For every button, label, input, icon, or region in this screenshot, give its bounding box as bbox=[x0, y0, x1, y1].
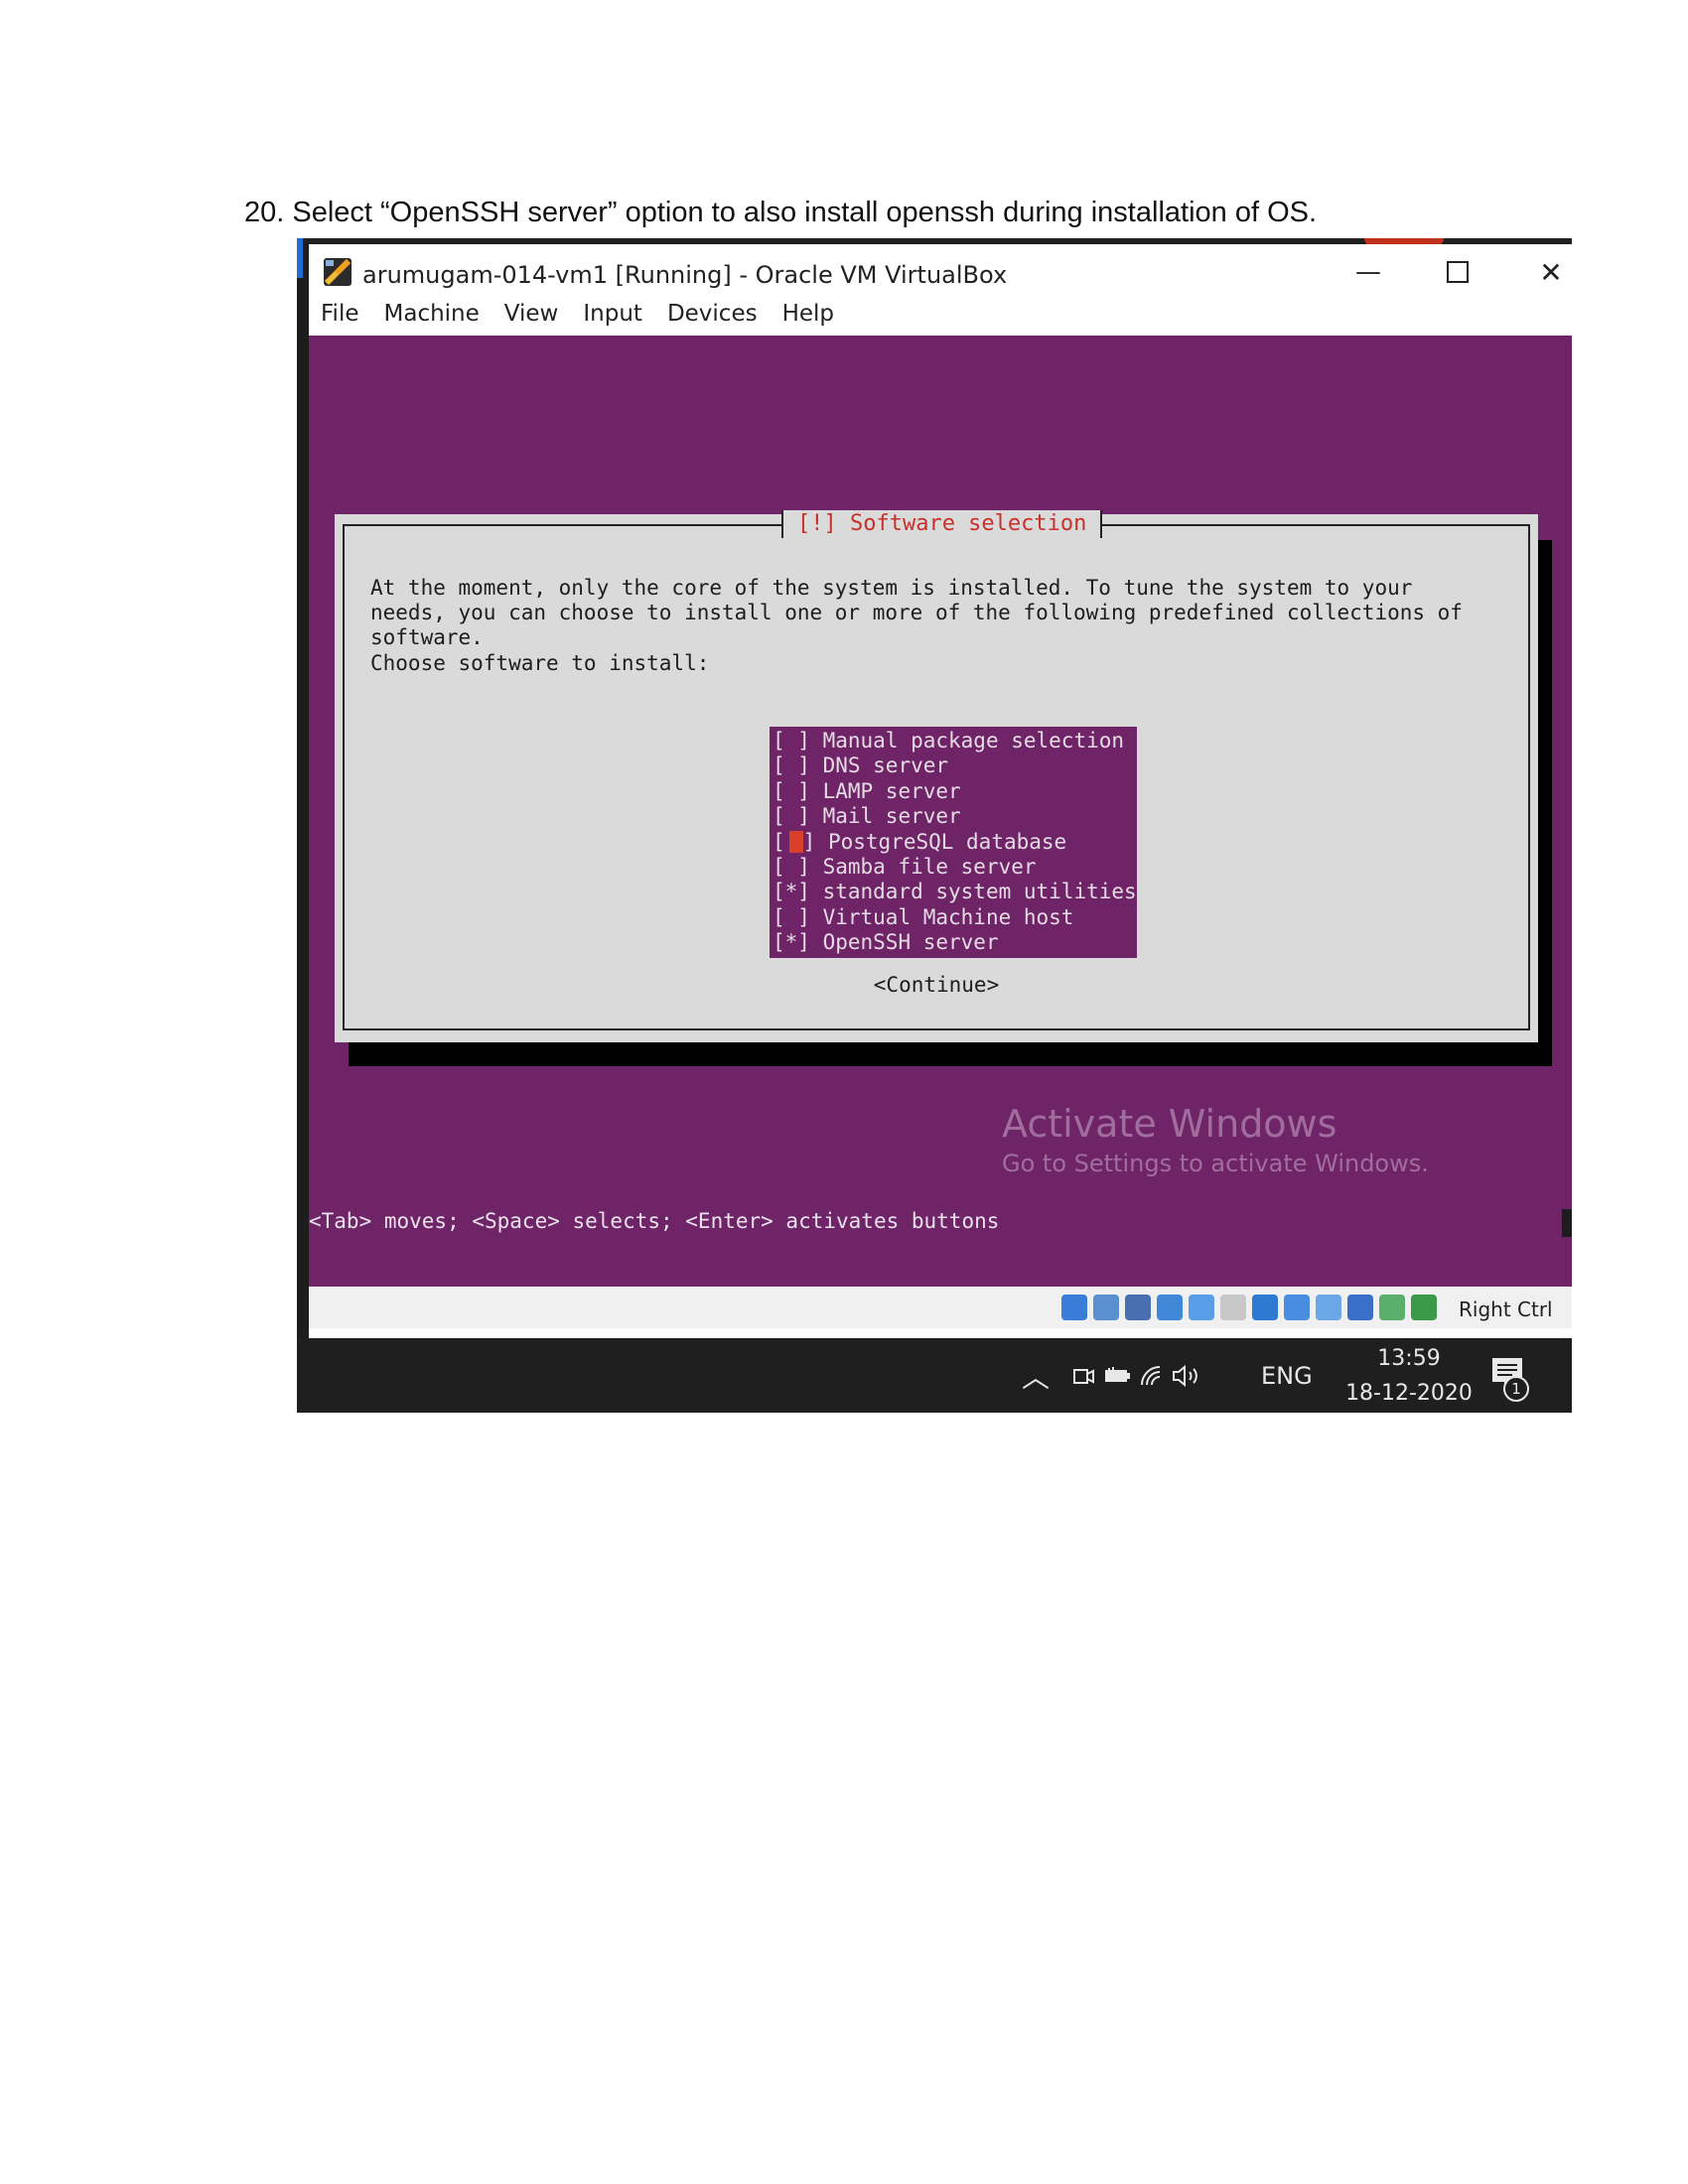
option-checkbox[interactable]: [ ] bbox=[773, 729, 810, 752]
audio-icon[interactable] bbox=[1125, 1295, 1151, 1320]
volume-icon[interactable] bbox=[1171, 1338, 1204, 1413]
option-checkbox[interactable]: [*] bbox=[773, 880, 810, 903]
option-label: LAMP server bbox=[822, 778, 961, 803]
option-openssh-server[interactable]: [*] OpenSSH server bbox=[770, 930, 1137, 955]
minimize-button[interactable]: — bbox=[1343, 254, 1393, 290]
option-label: DNS server bbox=[822, 753, 949, 778]
keyboard-icon[interactable] bbox=[1411, 1295, 1437, 1320]
hint-bar-edge bbox=[1562, 1209, 1572, 1237]
option-label: standard system utilities bbox=[822, 880, 1137, 904]
cpu-icon[interactable] bbox=[1347, 1295, 1373, 1320]
option-checkbox[interactable]: [ ] bbox=[773, 855, 810, 879]
option-checkbox-focused[interactable]: [] bbox=[773, 830, 815, 854]
software-options-list: [ ] Manual package selection [ ] DNS ser… bbox=[770, 727, 1137, 958]
option-label: Virtual Machine host bbox=[822, 904, 1074, 929]
menu-machine[interactable]: Machine bbox=[384, 301, 480, 327]
battery-icon[interactable] bbox=[1103, 1338, 1131, 1413]
text-cursor bbox=[788, 830, 803, 853]
notification-count-badge: 1 bbox=[1503, 1376, 1529, 1402]
option-standard-system-utilities[interactable]: [*] standard system utilities bbox=[770, 880, 1137, 904]
activate-windows-subtitle: Go to Settings to activate Windows. bbox=[1002, 1150, 1429, 1177]
hard-disk-icon[interactable] bbox=[1061, 1295, 1087, 1320]
instruction-text: 20. Select “OpenSSH server” option to al… bbox=[244, 197, 1318, 228]
show-hidden-icons-icon[interactable]: ︿ bbox=[1022, 1338, 1050, 1413]
menu-view[interactable]: View bbox=[504, 301, 559, 327]
menu-input[interactable]: Input bbox=[583, 301, 642, 327]
menu-help[interactable]: Help bbox=[782, 301, 834, 327]
continue-button[interactable]: <Continue> bbox=[345, 973, 1528, 998]
meet-now-icon[interactable] bbox=[1071, 1338, 1097, 1413]
dialog-prompt: Choose software to install: bbox=[370, 651, 710, 675]
dialog-frame: [!] Software selection At the moment, on… bbox=[343, 510, 1530, 1030]
option-label: Manual package selection bbox=[822, 729, 1125, 752]
option-dns-server[interactable]: [ ] DNS server bbox=[770, 753, 1137, 778]
dialog-title: [!] Software selection bbox=[781, 510, 1103, 538]
guest-additions-icon[interactable] bbox=[1316, 1295, 1341, 1320]
display-icon[interactable] bbox=[1252, 1295, 1278, 1320]
background-window-edge bbox=[297, 238, 303, 278]
option-checkbox[interactable]: [*] bbox=[773, 930, 810, 954]
vm-status-bar: Right Ctrl bbox=[309, 1287, 1572, 1328]
mouse-integration-icon[interactable] bbox=[1379, 1295, 1405, 1320]
video-capture-icon[interactable] bbox=[1284, 1295, 1310, 1320]
option-mail-server[interactable]: [ ] Mail server bbox=[770, 804, 1137, 829]
option-checkbox[interactable]: [ ] bbox=[773, 779, 810, 803]
windows-taskbar: ︿ ENG 13:59 18-12-2020 1 bbox=[297, 1338, 1572, 1413]
maximize-button[interactable] bbox=[1433, 254, 1482, 290]
option-checkbox[interactable]: [ ] bbox=[773, 804, 810, 828]
optical-drive-icon[interactable] bbox=[1093, 1295, 1119, 1320]
maximize-icon bbox=[1447, 261, 1469, 283]
system-clock[interactable]: 13:59 18-12-2020 bbox=[1339, 1346, 1478, 1406]
close-button[interactable]: ✕ bbox=[1526, 254, 1572, 290]
option-manual-package-selection[interactable]: [ ] Manual package selection bbox=[770, 729, 1137, 753]
dialog-description: At the moment, only the core of the syst… bbox=[370, 576, 1463, 649]
title-bar[interactable]: arumugam-014-vm1 [Running] - Oracle VM V… bbox=[309, 244, 1572, 292]
screenshot: arumugam-014-vm1 [Running] - Oracle VM V… bbox=[297, 238, 1572, 1413]
window-title: arumugam-014-vm1 [Running] - Oracle VM V… bbox=[362, 261, 1008, 289]
shared-folders-icon[interactable] bbox=[1220, 1295, 1246, 1320]
keyboard-hint: <Tab> moves; <Space> selects; <Enter> ac… bbox=[309, 1209, 1000, 1233]
status-icons bbox=[1061, 1295, 1443, 1320]
virtualbox-window: arumugam-014-vm1 [Running] - Oracle VM V… bbox=[309, 244, 1572, 1338]
option-lamp-server[interactable]: [ ] LAMP server bbox=[770, 779, 1137, 804]
usb-icon[interactable] bbox=[1189, 1295, 1214, 1320]
option-label: Mail server bbox=[822, 804, 961, 829]
option-label: PostgreSQL database bbox=[827, 829, 1067, 854]
option-label: Samba file server bbox=[822, 855, 1037, 880]
option-virtual-machine-host[interactable]: [ ] Virtual Machine host bbox=[770, 905, 1137, 930]
option-checkbox[interactable]: [ ] bbox=[773, 905, 810, 929]
clock-date: 18-12-2020 bbox=[1345, 1381, 1473, 1406]
option-postgresql-database[interactable]: [] PostgreSQL database bbox=[770, 830, 1137, 855]
clock-time: 13:59 bbox=[1377, 1346, 1441, 1371]
language-indicator[interactable]: ENG bbox=[1261, 1338, 1313, 1413]
virtualbox-app-icon bbox=[324, 258, 352, 286]
menu-devices[interactable]: Devices bbox=[667, 301, 758, 327]
menu-bar: File Machine View Input Devices Help bbox=[309, 292, 1572, 336]
option-label: OpenSSH server bbox=[822, 930, 999, 955]
host-key-label: Right Ctrl bbox=[1459, 1297, 1553, 1321]
close-icon: ✕ bbox=[1539, 255, 1563, 289]
vm-display[interactable]: [!] Software selection At the moment, on… bbox=[309, 336, 1572, 1287]
wifi-icon[interactable] bbox=[1139, 1338, 1165, 1413]
minimize-icon: — bbox=[1355, 257, 1381, 287]
option-checkbox[interactable]: [ ] bbox=[773, 753, 810, 777]
menu-file[interactable]: File bbox=[321, 301, 359, 327]
activate-windows-title: Activate Windows bbox=[1002, 1102, 1337, 1146]
option-samba-file-server[interactable]: [ ] Samba file server bbox=[770, 855, 1137, 880]
software-selection-dialog: [!] Software selection At the moment, on… bbox=[335, 510, 1538, 1042]
network-icon[interactable] bbox=[1157, 1295, 1183, 1320]
